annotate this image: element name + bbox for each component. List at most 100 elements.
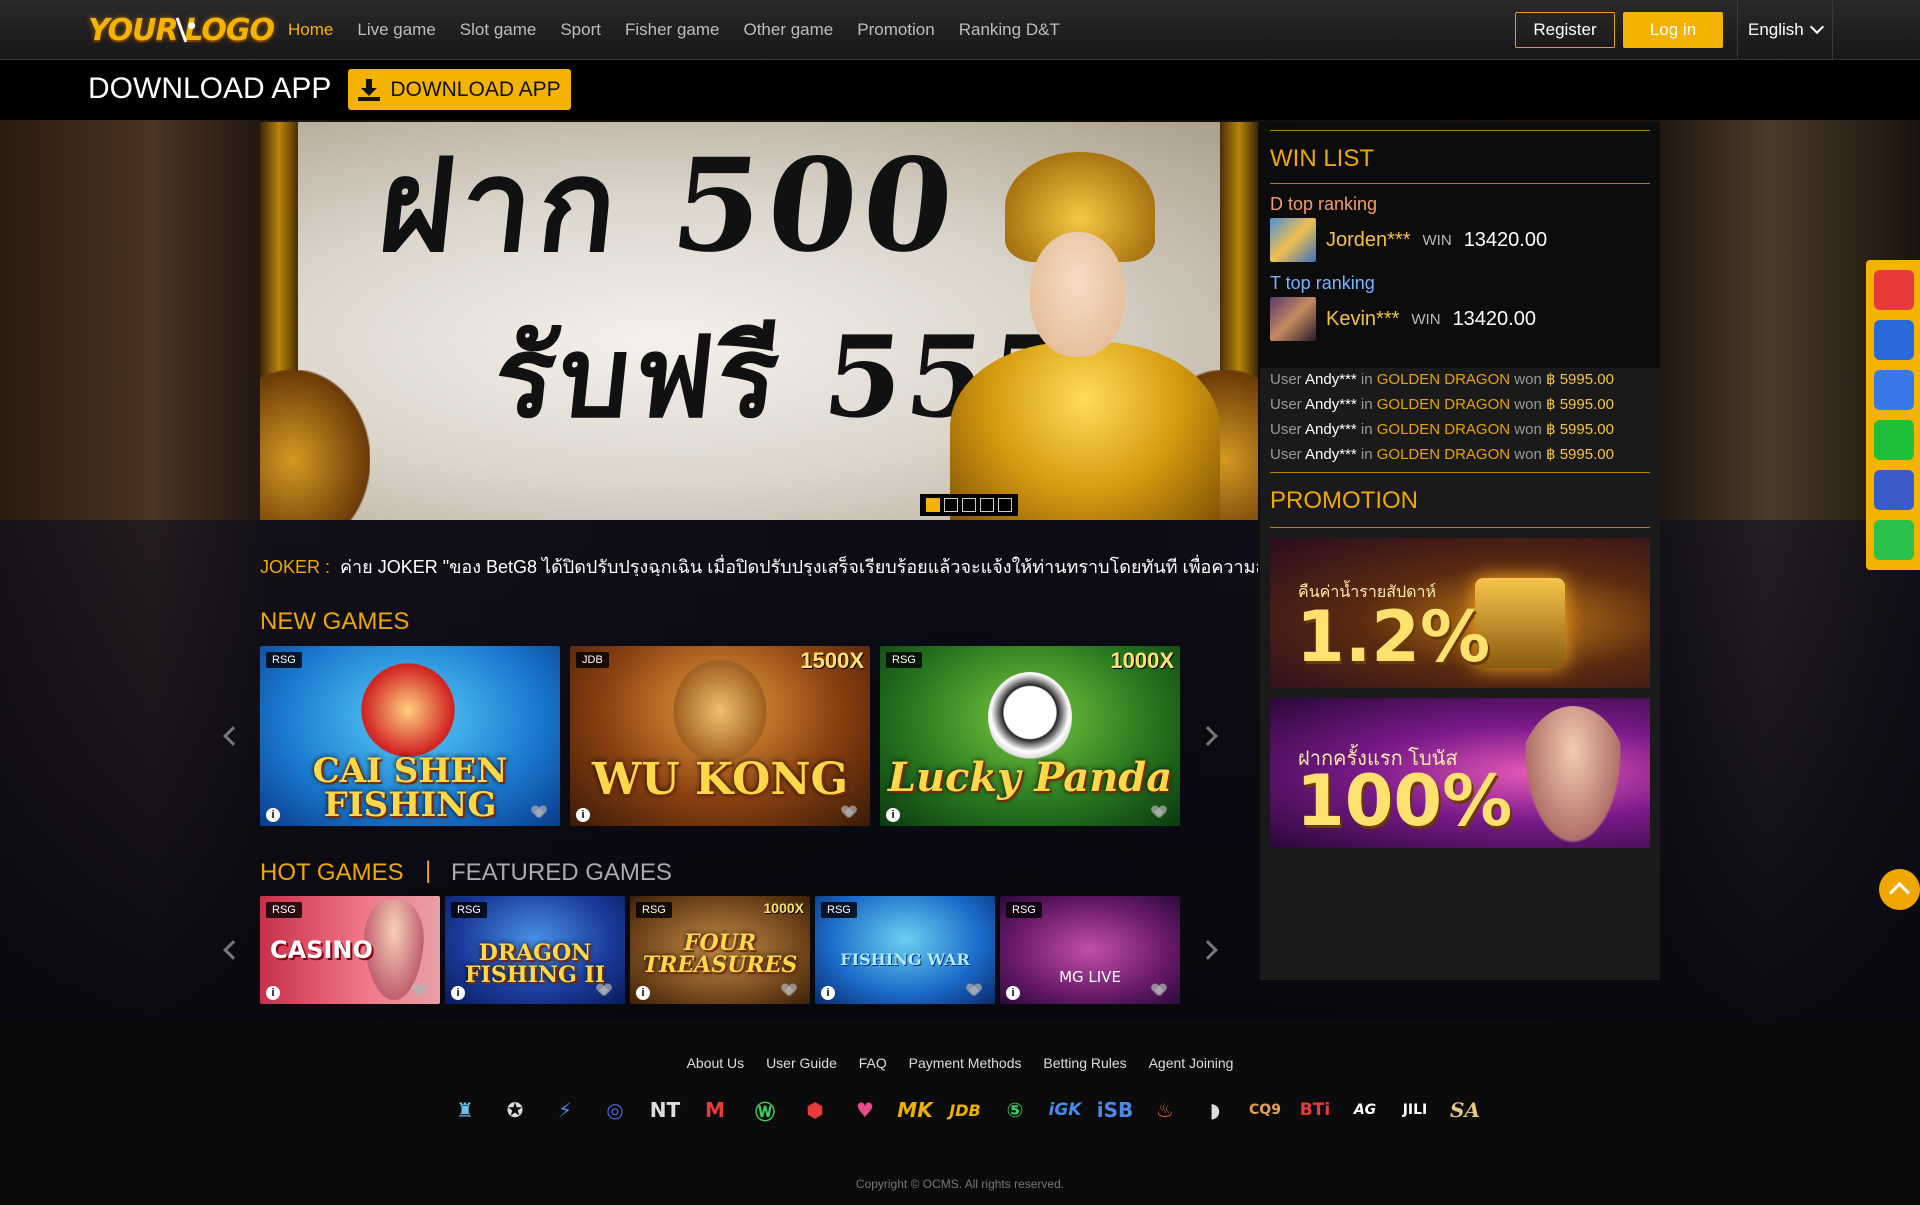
win-list-box: WIN LIST D top ranking Jorden*** WIN 134…: [1260, 122, 1660, 368]
nav-sport[interactable]: Sport: [560, 20, 601, 40]
heart-icon[interactable]: [842, 806, 856, 820]
provider-logo-igk: iGK: [1048, 1100, 1082, 1120]
game-thumbnail: [1270, 218, 1316, 262]
promo-banner-first-deposit[interactable]: ฝากครั้งแรก โบนัส 100%: [1270, 698, 1650, 848]
footer-link-user-guide[interactable]: User Guide: [766, 1055, 837, 1071]
banner-dot-5[interactable]: [998, 498, 1012, 512]
login-button[interactable]: Log in: [1623, 12, 1723, 48]
footer-link-rules[interactable]: Betting Rules: [1043, 1055, 1126, 1071]
win-amount: 13420.00: [1463, 228, 1548, 251]
feed-amount: ฿ 5995.00: [1545, 371, 1614, 388]
provider-logo-mk: MK: [897, 1098, 933, 1122]
nav-promotion[interactable]: Promotion: [857, 20, 934, 40]
heart-icon[interactable]: [1152, 984, 1166, 998]
footer-link-agent[interactable]: Agent Joining: [1149, 1055, 1234, 1071]
banner-dot-4[interactable]: [980, 498, 994, 512]
info-icon[interactable]: i: [821, 986, 835, 1000]
nav-ranking[interactable]: Ranking D&T: [959, 20, 1060, 40]
announcement-icon[interactable]: [1874, 320, 1914, 360]
promo-deposit-value: 100%: [1296, 760, 1513, 842]
line-icon[interactable]: [1874, 420, 1914, 460]
multiplier-badge: 1000X: [1110, 648, 1174, 673]
hero-banner[interactable]: ฝาก 500 รับฟรี 555: [260, 122, 1258, 520]
feed-game: GOLDEN DRAGON: [1376, 446, 1511, 463]
feed-won-label: won: [1514, 421, 1542, 438]
heart-icon[interactable]: [1152, 806, 1166, 820]
info-icon[interactable]: i: [266, 808, 280, 822]
provider-logo-icon: Ⓦ: [755, 1099, 775, 1124]
game-card[interactable]: RSG DRAGON FISHING II i: [445, 896, 625, 1004]
wechat-icon[interactable]: [1874, 520, 1914, 560]
info-icon[interactable]: i: [576, 808, 590, 822]
game-card[interactable]: RSG CAI SHEN FISHING i: [260, 646, 560, 826]
provider-tag: RSG: [886, 652, 922, 668]
site-logo[interactable]: YOUR LOGO: [88, 8, 275, 52]
game-art: [988, 672, 1072, 762]
support-icon[interactable]: [1874, 270, 1914, 310]
nav-other-game[interactable]: Other game: [743, 20, 833, 40]
nav-slot-game[interactable]: Slot game: [460, 20, 537, 40]
provider-tag: RSG: [821, 902, 857, 918]
new-games-title: NEW GAMES: [260, 608, 410, 635]
download-app-button[interactable]: DOWNLOAD APP: [348, 69, 571, 110]
heart-icon[interactable]: [532, 806, 546, 820]
info-icon[interactable]: i: [886, 808, 900, 822]
game-card[interactable]: RSG MG LIVE i: [1000, 896, 1180, 1004]
banner-dot-2[interactable]: [944, 498, 958, 512]
heart-icon[interactable]: [597, 984, 611, 998]
banner-headline: ฝาก 500: [372, 131, 967, 281]
language-selector[interactable]: English: [1737, 0, 1833, 60]
game-card[interactable]: RSG 1000X Lucky Panda i: [880, 646, 1180, 826]
banner-dot-1[interactable]: [926, 498, 940, 512]
download-icon[interactable]: [1874, 370, 1914, 410]
heart-icon[interactable]: [412, 984, 426, 998]
game-title: FISHING WAR: [840, 950, 970, 969]
win-amount: 13420.00: [1452, 307, 1536, 330]
floating-contact-bar: [1866, 260, 1920, 570]
download-title: DOWNLOAD APP: [88, 72, 332, 105]
hot-games-tab[interactable]: HOT GAMES: [260, 859, 404, 887]
game-card[interactable]: RSG CASINO i: [260, 896, 440, 1004]
game-card[interactable]: JDB 1500X WU KONG i: [570, 646, 870, 826]
footer-link-about[interactable]: About Us: [687, 1055, 745, 1071]
multiplier-badge: 1500X: [800, 648, 864, 673]
provider-tag: RSG: [266, 902, 302, 918]
provider-logo-jili: JILI: [1402, 1102, 1428, 1118]
promo-banner-rebate[interactable]: คืนค่าน้ำรายสัปดาห์ 1.2%: [1270, 538, 1650, 688]
feed-user-label: User: [1270, 421, 1302, 438]
feed-amount: ฿ 5995.00: [1545, 396, 1614, 413]
provider-tag: RSG: [266, 652, 302, 668]
winner-name: Jorden***: [1326, 228, 1411, 251]
provider-logo-isb: iSB: [1096, 1098, 1134, 1122]
nav-home[interactable]: Home: [288, 20, 333, 40]
footer-link-payment[interactable]: Payment Methods: [909, 1055, 1022, 1071]
top-navigation: YOUR LOGO Home Live game Slot game Sport…: [0, 0, 1920, 60]
banner-dot-3[interactable]: [962, 498, 976, 512]
promotion-title: PROMOTION: [1270, 472, 1650, 528]
register-button[interactable]: Register: [1515, 12, 1615, 48]
win-feed-item: User Andy*** in GOLDEN DRAGON won ฿ 5995…: [1270, 420, 1660, 445]
info-icon[interactable]: i: [451, 986, 465, 1000]
facebook-icon[interactable]: [1874, 470, 1914, 510]
provider-logo-icon: ◗: [1209, 1098, 1221, 1122]
game-card[interactable]: RSG 1000X FOUR TREASURES i: [630, 896, 810, 1004]
info-icon[interactable]: i: [266, 986, 280, 1000]
d-ranking-title: D top ranking: [1270, 194, 1378, 214]
info-icon[interactable]: i: [636, 986, 650, 1000]
game-title: WU KONG: [591, 754, 849, 805]
game-title: CASINO: [270, 936, 373, 964]
heart-icon[interactable]: [782, 984, 796, 998]
heart-icon[interactable]: [967, 984, 981, 998]
back-to-top-button[interactable]: [1879, 869, 1920, 910]
provider-logos: ♜ ✪ ⚡ ◎ NT M Ⓦ ⬢ ♥ MK JDB ⑤ iGK iSB ♨ ◗ …: [440, 1090, 1490, 1130]
feed-game: GOLDEN DRAGON: [1376, 421, 1511, 438]
featured-games-tab[interactable]: FEATURED GAMES: [451, 859, 672, 887]
nav-fisher-game[interactable]: Fisher game: [625, 20, 719, 40]
footer-link-faq[interactable]: FAQ: [859, 1055, 887, 1071]
info-icon[interactable]: i: [1006, 986, 1020, 1000]
game-card[interactable]: RSG FISHING WAR i: [815, 896, 995, 1004]
download-button-label: DOWNLOAD APP: [390, 77, 561, 101]
nav-live-game[interactable]: Live game: [357, 20, 435, 40]
provider-logo-icon: ✪: [506, 1098, 524, 1122]
promo-rebate-value: 1.2%: [1296, 596, 1491, 678]
